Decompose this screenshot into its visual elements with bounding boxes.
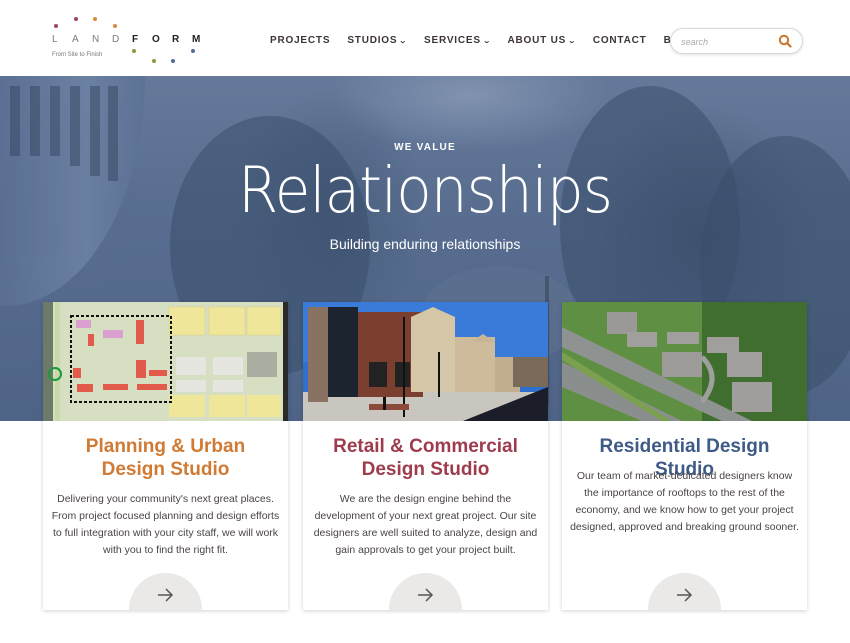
search-input[interactable] bbox=[681, 34, 776, 49]
planning-site-plan-image bbox=[43, 302, 288, 421]
landform-logo[interactable]: L A N D F O R M From Site to Finish bbox=[52, 14, 202, 66]
card-title-line: Planning & Urban bbox=[85, 436, 246, 457]
arrow-right-icon bbox=[158, 588, 174, 602]
logo-dot bbox=[74, 17, 78, 21]
logo-dot bbox=[191, 49, 195, 53]
hero-subtitle: Building enduring relationships bbox=[329, 236, 521, 252]
logo-letter: N bbox=[92, 34, 100, 45]
hero-kicker: WE VALUE bbox=[394, 142, 456, 153]
residential-aerial-image bbox=[562, 302, 807, 421]
logo-letter: L bbox=[52, 34, 58, 45]
nav-label: PROJECTS bbox=[270, 35, 331, 46]
nav-item-services[interactable]: SERVICES ⌄ bbox=[424, 35, 492, 46]
logo-letter: M bbox=[192, 34, 201, 45]
logo-dot bbox=[171, 59, 175, 63]
residential-graphic bbox=[562, 302, 807, 421]
nav-item-studios[interactable]: STUDIOS ⌄ bbox=[347, 35, 407, 46]
nav-label: CONTACT bbox=[592, 35, 647, 46]
arrow-right-icon bbox=[677, 588, 693, 602]
nav-item-projects[interactable]: PROJECTS bbox=[270, 35, 330, 46]
logo-dot bbox=[152, 59, 156, 63]
main-nav: PROJECTS STUDIOS ⌄ SERVICES ⌄ ABOUT US ⌄… bbox=[270, 35, 713, 46]
nav-label: ABOUT US bbox=[507, 35, 567, 46]
chevron-down-icon: ⌄ bbox=[567, 37, 578, 45]
site-header: L A N D F O R M From Site to Finish PROJ… bbox=[0, 0, 850, 76]
hero-title-text: Relationships bbox=[237, 154, 613, 227]
card-arrow-button[interactable] bbox=[129, 573, 202, 610]
logo-letter: A bbox=[72, 34, 79, 45]
retail-storefront-image bbox=[303, 302, 548, 421]
logo-dot bbox=[132, 49, 136, 53]
card-title[interactable]: Planning & Urban Design Studio bbox=[53, 435, 278, 481]
studio-card-retail: Retail & Commercial Design Studio We are… bbox=[303, 302, 548, 610]
logo-letter: R bbox=[172, 34, 180, 45]
nav-label: SERVICES bbox=[424, 35, 481, 46]
hero-title: Relationships bbox=[34, 154, 816, 227]
logo-dot bbox=[54, 24, 58, 28]
card-title-line: Design Studio bbox=[101, 459, 230, 480]
logo-letter: O bbox=[152, 34, 160, 45]
retail-graphic bbox=[303, 302, 548, 421]
chevron-down-icon: ⌄ bbox=[482, 37, 492, 45]
card-description: We are the design engine behind the deve… bbox=[313, 493, 538, 556]
search-box bbox=[670, 28, 803, 54]
card-title-line: Retail & Commercial bbox=[333, 436, 518, 457]
nav-item-contact[interactable]: CONTACT bbox=[593, 35, 647, 46]
card-description: Our team of market-dedicated designers k… bbox=[570, 470, 799, 533]
card-title[interactable]: Retail & Commercial Design Studio bbox=[313, 435, 538, 481]
chevron-down-icon: ⌄ bbox=[399, 37, 409, 45]
nav-item-about-us[interactable]: ABOUT US ⌄ bbox=[507, 35, 578, 46]
studio-card-planning: Planning & Urban Design Studio Deliverin… bbox=[43, 302, 288, 610]
card-title-line: Design Studio bbox=[361, 459, 490, 480]
site-plan-graphic bbox=[43, 302, 288, 421]
logo-dot bbox=[113, 24, 117, 28]
card-arrow-button[interactable] bbox=[648, 573, 721, 610]
search-icon[interactable] bbox=[778, 34, 792, 48]
logo-letter: D bbox=[112, 34, 120, 45]
card-description: Delivering your community's next great p… bbox=[51, 493, 280, 556]
logo-letter: F bbox=[132, 34, 139, 45]
logo-tagline: From Site to Finish bbox=[52, 52, 103, 58]
nav-label: STUDIOS bbox=[347, 35, 398, 46]
logo-wordmark: L A N D F O R M bbox=[52, 34, 212, 45]
logo-dot bbox=[93, 17, 97, 21]
arrow-right-icon bbox=[418, 588, 434, 602]
card-arrow-button[interactable] bbox=[389, 573, 462, 610]
studio-card-residential: Residential Design Studio Our team of ma… bbox=[562, 302, 807, 610]
